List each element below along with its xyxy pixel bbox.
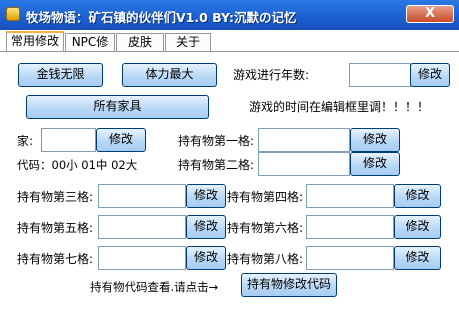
slot-5-modify-button[interactable]: 修改 <box>186 215 226 239</box>
slot-6-modify-button[interactable]: 修改 <box>394 215 441 239</box>
slot-3-input[interactable] <box>98 184 186 208</box>
slot-6-label: 持有物第六格: <box>227 221 304 235</box>
slot-7-label: 持有物第七格: <box>17 252 94 266</box>
tab-panel-common: 金钱无限 体力最大 游戏进行年数: 修改 所有家具 游戏的时间在编辑框里调！！！… <box>0 52 458 314</box>
years-label: 游戏进行年数: <box>233 68 310 82</box>
time-hint-text: 游戏的时间在编辑框里调！！！！ <box>249 100 430 114</box>
slot-4-modify-button[interactable]: 修改 <box>394 184 441 208</box>
home-code-hint: 代码：00小 01中 02大 <box>17 158 138 172</box>
item-code-button[interactable]: 持有物修改代码 <box>241 273 337 297</box>
slot-1-input[interactable] <box>258 128 350 152</box>
slot-1-label: 持有物第一格: <box>178 134 255 148</box>
slot-2-label: 持有物第二格: <box>178 158 255 172</box>
slot-2-input[interactable] <box>258 152 350 176</box>
slot-8-label: 持有物第八格: <box>227 252 304 266</box>
tab-skin[interactable]: 皮肤 <box>116 33 164 51</box>
tab-about[interactable]: 关于 <box>165 33 211 51</box>
slot-7-input[interactable] <box>98 246 186 270</box>
tab-npc[interactable]: NPC修改 <box>65 33 115 66</box>
slot-5-input[interactable] <box>98 215 186 239</box>
slot-5-label: 持有物第五格: <box>17 221 94 235</box>
slot-1-modify-button[interactable]: 修改 <box>350 128 400 152</box>
slot-3-label: 持有物第三格: <box>17 190 94 204</box>
all-furniture-button[interactable]: 所有家具 <box>26 95 209 119</box>
code-lookup-hint: 持有物代码查看.请点击→ <box>90 280 219 294</box>
tab-common[interactable]: 常用修改 <box>6 31 64 52</box>
window-title: 牧场物语：矿石镇的伙伴们V1.0 BY:沉默の记忆 <box>26 10 297 25</box>
home-label: 家: <box>17 134 34 148</box>
slot-4-label: 持有物第四格: <box>227 190 304 204</box>
years-modify-button[interactable]: 修改 <box>410 63 450 87</box>
title-bar[interactable]: 牧场物语：矿石镇的伙伴们V1.0 BY:沉默の记忆 X <box>0 0 459 30</box>
slot-6-input[interactable] <box>306 215 394 239</box>
close-button[interactable]: X <box>406 5 454 23</box>
slot-7-modify-button[interactable]: 修改 <box>186 246 226 270</box>
slot-3-modify-button[interactable]: 修改 <box>186 184 226 208</box>
slot-4-input[interactable] <box>306 184 394 208</box>
slot-8-input[interactable] <box>306 246 394 270</box>
max-stamina-button[interactable]: 体力最大 <box>122 63 217 87</box>
app-window: 牧场物语：矿石镇的伙伴们V1.0 BY:沉默の记忆 X 常用修改 NPC修改 皮… <box>0 0 459 314</box>
app-icon <box>6 7 20 21</box>
money-infinite-button[interactable]: 金钱无限 <box>18 63 103 87</box>
slot-8-modify-button[interactable]: 修改 <box>394 246 441 270</box>
home-modify-button[interactable]: 修改 <box>96 128 146 152</box>
years-input[interactable] <box>349 63 411 87</box>
home-input[interactable] <box>41 128 96 152</box>
slot-2-modify-button[interactable]: 修改 <box>350 152 400 176</box>
